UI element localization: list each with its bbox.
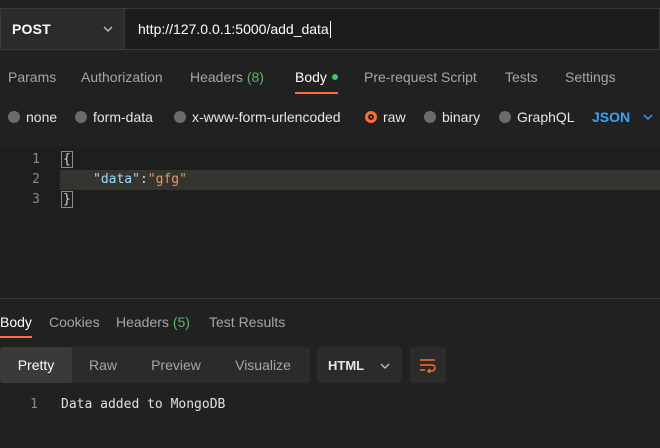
response-tab-cookies[interactable]: Cookies xyxy=(49,308,100,338)
radio-label: raw xyxy=(383,109,406,125)
response-tab-headers[interactable]: Headers (5) xyxy=(116,308,190,338)
tab-pre-request-script[interactable]: Pre-request Script xyxy=(364,60,477,94)
code-line-1: { xyxy=(61,151,73,168)
close-brace: } xyxy=(61,191,73,208)
radio-circle xyxy=(499,111,511,123)
raw-format-label: JSON xyxy=(592,109,631,125)
tab-label: Headers xyxy=(116,314,169,330)
wrap-lines-button[interactable] xyxy=(410,347,446,383)
response-format-label: HTML xyxy=(328,357,365,373)
method-select[interactable]: POST xyxy=(0,8,124,50)
radio-circle xyxy=(424,111,436,123)
json-value: "gfg" xyxy=(147,172,187,187)
code-line-2: "data":"gfg" xyxy=(93,172,187,187)
tab-settings[interactable]: Settings xyxy=(565,60,616,94)
view-pretty-button[interactable]: Pretty xyxy=(0,347,72,383)
radio-x-www-form-urlencoded[interactable]: x-www-form-urlencoded xyxy=(174,104,341,130)
tab-body[interactable]: Body xyxy=(295,60,338,94)
response-tab-test-results[interactable]: Test Results xyxy=(209,308,285,338)
code-line-3: } xyxy=(61,191,73,208)
tab-params[interactable]: Params xyxy=(8,60,56,94)
method-label: POST xyxy=(12,21,51,37)
radio-circle xyxy=(174,111,186,123)
raw-format-select[interactable]: JSON xyxy=(592,104,654,130)
line-number: 1 xyxy=(32,152,40,167)
view-visualize-button[interactable]: Visualize xyxy=(218,347,308,383)
line-number: 2 xyxy=(32,172,40,187)
headers-count-badge: (5) xyxy=(172,314,190,330)
chevron-down-icon xyxy=(102,22,114,40)
pane-divider[interactable] xyxy=(0,298,660,299)
url-input[interactable]: http://127.0.0.1:5000/add_data xyxy=(124,8,660,50)
request-body-editor[interactable]: 1 2 3 { "data":"gfg" } xyxy=(0,146,660,298)
tab-label: Settings xyxy=(565,69,616,85)
tab-headers[interactable]: Headers (8) xyxy=(190,60,264,94)
radio-label: binary xyxy=(442,109,481,125)
radio-graphql[interactable]: GraphQL xyxy=(499,104,575,130)
tab-label: Body xyxy=(0,314,32,330)
response-line-number: 1 xyxy=(30,397,38,412)
radio-raw[interactable]: raw xyxy=(365,104,406,130)
body-indicator-dot xyxy=(331,74,338,81)
tab-label: Tests xyxy=(505,69,538,85)
text-cursor xyxy=(329,20,331,38)
response-format-select[interactable]: HTML xyxy=(317,347,402,383)
tab-label: Params xyxy=(8,69,57,85)
radio-label: none xyxy=(26,109,58,125)
tab-authorization[interactable]: Authorization xyxy=(81,60,163,94)
url-text: http://127.0.0.1:5000/add_data xyxy=(138,21,329,37)
radio-label: form-data xyxy=(93,109,153,125)
response-view-switcher: Pretty Raw Preview Visualize xyxy=(0,347,310,383)
radio-none[interactable]: none xyxy=(8,104,57,130)
json-key: "data" xyxy=(93,172,140,187)
json-colon: : xyxy=(139,172,148,187)
radio-circle xyxy=(75,111,87,123)
chevron-down-icon xyxy=(379,359,391,377)
tab-label: Test Results xyxy=(209,314,286,330)
tab-label: Authorization xyxy=(81,69,163,85)
open-brace: { xyxy=(61,151,73,168)
radio-circle-selected xyxy=(365,111,377,123)
tab-label: Body xyxy=(295,69,327,85)
body-type-radios: none form-data x-www-form-urlencoded raw… xyxy=(0,104,660,130)
tab-label: Headers xyxy=(190,69,243,85)
response-body-text: Data added to MongoDB xyxy=(61,397,226,412)
headers-count-badge: (8) xyxy=(246,69,264,85)
radio-label: x-www-form-urlencoded xyxy=(192,109,341,125)
radio-circle xyxy=(8,111,20,123)
tab-tests[interactable]: Tests xyxy=(505,60,538,94)
view-preview-button[interactable]: Preview xyxy=(134,347,218,383)
radio-binary[interactable]: binary xyxy=(424,104,480,130)
tab-label: Cookies xyxy=(49,314,100,330)
request-tabs: Params Authorization Headers (8) Body Pr… xyxy=(0,60,660,96)
tab-label: Pre-request Script xyxy=(364,69,477,85)
response-tabs: Body Cookies Headers (5) Test Results xyxy=(0,308,660,338)
line-number: 3 xyxy=(32,192,40,207)
radio-form-data[interactable]: form-data xyxy=(75,104,153,130)
wrap-lines-icon xyxy=(419,357,437,373)
radio-label: GraphQL xyxy=(517,109,575,125)
chevron-down-icon xyxy=(642,111,654,123)
view-raw-button[interactable]: Raw xyxy=(72,347,134,383)
response-tab-body[interactable]: Body xyxy=(0,308,32,338)
